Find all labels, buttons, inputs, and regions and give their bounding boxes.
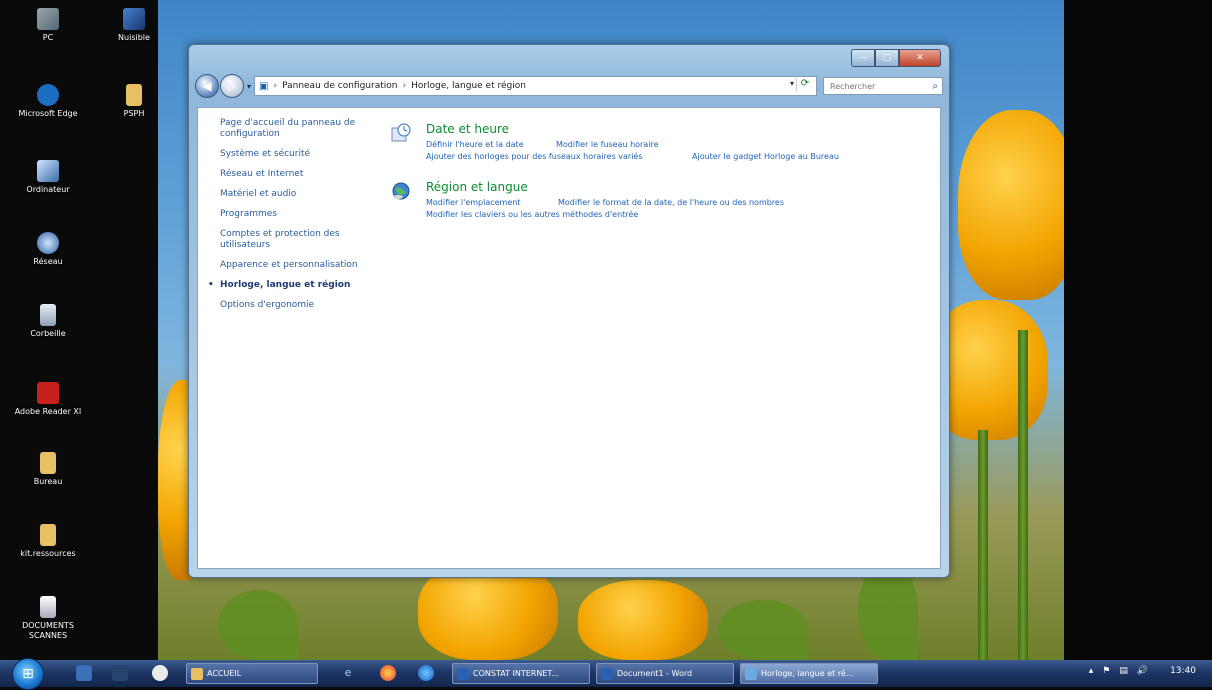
browser-icon[interactable] [418,665,434,681]
breadcrumb-control-panel[interactable]: Panneau de configuration [282,81,397,91]
nav-item-ease-of-access[interactable]: Options d'ergonomie [220,300,370,311]
clock-time[interactable]: 13:40 [1170,666,1196,676]
desktop-icon-kit-ressources[interactable]: kit.ressources [8,524,88,559]
category-title-region-language[interactable]: Région et langue [426,180,528,194]
content-area: Page d'accueil du panneau de configurati… [197,107,941,569]
desktop-icon-documents-scannes[interactable]: DOCUMENTS SCANNES [8,596,88,641]
explorer-icon[interactable] [112,665,128,681]
navigation-bar: ◀ ▶ ▾ ▣ › Panneau de configuration › Hor… [195,73,943,99]
desktop-icon-ordinateur[interactable]: Ordinateur [8,160,88,195]
recent-pages-dropdown[interactable]: ▾ [247,82,251,91]
link-change-date-format[interactable]: Modifier le format de la date, de l'heur… [558,198,784,207]
start-button[interactable]: ⊞ [12,658,44,690]
taskbar-item-constat-internet[interactable]: CONSTAT INTERNET... [452,663,590,684]
category-region-language: Région et langue Modifier l'emplacement … [390,180,910,224]
left-navigation: Page d'accueil du panneau de configurati… [208,118,370,320]
control-panel-window: — ▢ ✕ ◀ ▶ ▾ ▣ › Panneau de configuration… [188,44,950,578]
globe-icon [392,182,410,200]
breadcrumb-current[interactable]: Horloge, langue et région [411,81,526,91]
taskbar-item-label: Horloge, langue et ré... [761,669,854,678]
back-button[interactable]: ◀ [195,74,219,98]
control-panel-icon [745,667,757,680]
adobe-reader-icon [37,382,59,404]
folder-icon [40,524,56,546]
desktop-icon-psph[interactable]: PSPH [94,84,174,119]
folder-icon [191,667,203,680]
category-date-time: Date et heure Définir l'heure et la date… [390,122,910,166]
document-icon [40,596,56,618]
taskbar-item-label: ACCUEIL [207,669,242,678]
system-tray: ▴ ⚑ ▤ 🔊 13:40 [1080,666,1196,676]
nav-item-programs[interactable]: Programmes [220,209,370,220]
link-add-clocks[interactable]: Ajouter des horloges pour des fuseaux ho… [426,152,643,161]
control-panel-icon: ▣ [259,80,269,92]
link-add-clock-gadget[interactable]: Ajouter le gadget Horloge au Bureau [692,152,839,161]
media-icon[interactable] [152,665,168,681]
screen-border [1064,0,1212,660]
link-change-time-zone[interactable]: Modifier le fuseau horaire [556,140,658,149]
taskbar: ⊞ ACCUEIL e CONSTAT INTERNET... Document… [0,658,1212,690]
nav-item-hardware-sound[interactable]: Matériel et audio [220,189,370,200]
desktop-icon-pc[interactable]: PC [8,8,88,43]
address-bar[interactable]: ▣ › Panneau de configuration › Horloge, … [254,76,817,96]
recycle-bin-icon [40,304,56,326]
nav-item-user-accounts[interactable]: Comptes et protection des utilisateurs [220,229,370,251]
nav-item-home[interactable]: Page d'accueil du panneau de configurati… [220,118,370,140]
clock-calendar-icon [391,123,411,142]
address-dropdown-icon[interactable]: ▾ [790,79,794,88]
nav-item-clock-language-region[interactable]: Horloge, langue et région [208,280,370,291]
show-hidden-icons-button[interactable]: ▴ [1089,666,1094,676]
close-button[interactable]: ✕ [899,49,941,67]
network-status-icon[interactable]: ▤ [1119,666,1128,676]
desktop-icon-bureau[interactable]: Bureau [8,452,88,487]
volume-icon[interactable]: 🔊 [1137,666,1148,676]
category-title-date-time[interactable]: Date et heure [426,122,509,136]
nav-item-system-security[interactable]: Système et sécurité [220,149,370,160]
taskbar-item-accueil[interactable]: ACCUEIL [186,663,318,684]
search-input[interactable] [828,80,922,92]
word-icon [601,667,613,680]
taskbar-item-label: CONSTAT INTERNET... [473,669,559,678]
search-box[interactable]: ⌕ [823,77,943,95]
internet-explorer-icon[interactable]: e [340,665,356,681]
maximize-button[interactable]: ▢ [875,49,899,67]
breadcrumb-separator-icon: › [402,81,407,91]
chrome-icon[interactable] [380,665,396,681]
desktop-icon-corbeille[interactable]: Corbeille [8,304,88,339]
window-controls: — ▢ ✕ [851,49,941,67]
minimize-button[interactable]: — [851,49,875,67]
app-icon [123,8,145,30]
folder-icon [40,452,56,474]
pc-icon [37,8,59,30]
action-center-flag-icon[interactable]: ⚑ [1102,666,1110,676]
link-change-keyboards[interactable]: Modifier les claviers ou les autres méth… [426,210,638,219]
folder-icon [126,84,142,106]
taskbar-item-document1-word[interactable]: Document1 - Word [596,663,734,684]
desktop-icon-adobe-reader[interactable]: Adobe Reader XI [8,382,88,417]
link-set-time-date[interactable]: Définir l'heure et la date [426,140,524,149]
breadcrumb-separator-icon: › [273,81,278,91]
edge-icon [37,84,59,106]
desktop-icon-nuisible[interactable]: Nuisible [94,8,174,43]
nav-item-appearance[interactable]: Apparence et personnalisation [220,260,370,271]
show-desktop-icon[interactable] [76,665,92,681]
forward-button[interactable]: ▶ [220,74,244,98]
word-icon [457,667,469,680]
network-icon [37,232,59,254]
forward-arrow-icon: ▶ [227,79,237,93]
back-arrow-icon: ◀ [202,79,212,93]
link-change-location[interactable]: Modifier l'emplacement [426,198,520,207]
taskbar-item-label: Document1 - Word [617,669,693,678]
refresh-button[interactable]: ⟳ [796,78,813,92]
nav-item-network-internet[interactable]: Réseau et Internet [220,169,370,180]
desktop-icon-edge[interactable]: Microsoft Edge [8,84,88,119]
taskbar-item-control-panel[interactable]: Horloge, langue et ré... [740,663,878,684]
computer-icon [37,160,59,182]
search-icon[interactable]: ⌕ [932,81,938,92]
desktop-icon-reseau[interactable]: Réseau [8,232,88,267]
